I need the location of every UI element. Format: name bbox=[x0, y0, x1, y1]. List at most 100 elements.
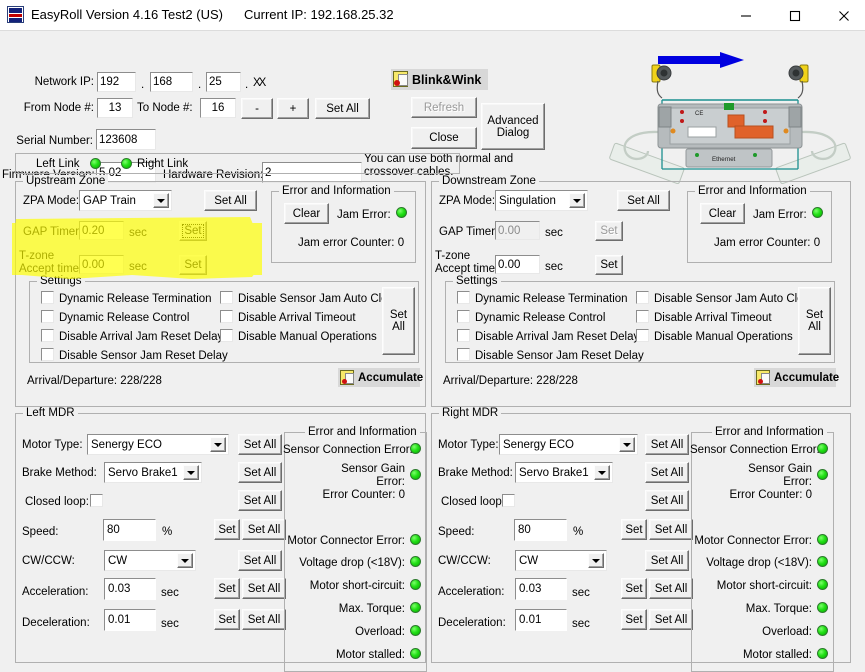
upstream-checkbox-disable-sensor-jam-reset-delay[interactable] bbox=[41, 348, 54, 361]
right-cwccw-set-all-button[interactable]: Set All bbox=[645, 550, 689, 571]
right-error-label-1b: Error: bbox=[783, 476, 812, 488]
right-error-group: Error and Information Sensor Connection … bbox=[690, 426, 834, 672]
left-cwccw-set-all-button[interactable]: Set All bbox=[238, 550, 282, 571]
left-cwccw-select[interactable]: CW bbox=[104, 550, 196, 571]
chevron-down-icon[interactable] bbox=[619, 437, 635, 452]
downstream-accumulate-button[interactable]: Accumulate bbox=[754, 368, 839, 387]
right-speed-set-button[interactable]: Set bbox=[621, 519, 647, 540]
upstream-zpa-set-all-button[interactable]: Set All bbox=[204, 190, 257, 211]
svg-text:Ethernet: Ethernet bbox=[712, 156, 736, 163]
right-acceleration-set-all-button[interactable]: Set All bbox=[649, 578, 693, 599]
right-brake-method-set-all-button[interactable]: Set All bbox=[645, 462, 689, 483]
left-closed-loop-set-all-button[interactable]: Set All bbox=[238, 490, 282, 511]
chevron-down-icon[interactable] bbox=[569, 193, 585, 208]
downstream-checkbox-disable-sensor-jam-reset-delay[interactable] bbox=[457, 348, 470, 361]
downstream-checkbox-disable-arrival-timeout[interactable] bbox=[636, 310, 649, 323]
upstream-checkbox-disable-arrival-jam-reset-delay[interactable] bbox=[41, 329, 54, 342]
left-closed-loop-checkbox[interactable] bbox=[90, 494, 103, 507]
left-motor-type-select[interactable]: Senergy ECO bbox=[87, 434, 229, 455]
left-speed-set-button[interactable]: Set bbox=[214, 519, 240, 540]
left-acceleration-input-wrap bbox=[104, 578, 156, 600]
right-deceleration-input[interactable] bbox=[517, 611, 565, 629]
minimize-icon[interactable] bbox=[723, 0, 769, 31]
node-decrement-button[interactable]: - bbox=[241, 98, 273, 119]
from-node-input[interactable] bbox=[97, 98, 133, 118]
downstream-checkbox-disable-arrival-jam-reset-delay[interactable] bbox=[457, 329, 470, 342]
upstream-checkbox-disable-arrival-timeout[interactable] bbox=[220, 310, 233, 323]
left-deceleration-set-all-button[interactable]: Set All bbox=[242, 609, 286, 630]
serial-number-input[interactable] bbox=[96, 129, 156, 150]
right-acceleration-input[interactable] bbox=[517, 580, 565, 598]
blink-wink-button[interactable]: Blink&Wink bbox=[391, 69, 488, 90]
downstream-settings-title: Settings bbox=[453, 275, 501, 287]
upstream-clear-button[interactable]: Clear bbox=[284, 203, 329, 224]
chevron-down-icon[interactable] bbox=[594, 465, 610, 480]
chevron-down-icon[interactable] bbox=[210, 437, 226, 452]
right-cwccw-select[interactable]: CW bbox=[515, 550, 607, 571]
upstream-checkbox-dynamic-release-control[interactable] bbox=[41, 310, 54, 323]
downstream-checkbox-disable-sensor-jam-auto-clear[interactable] bbox=[636, 291, 649, 304]
upstream-settings-set-all-button[interactable]: Set All bbox=[382, 287, 415, 355]
node-increment-button[interactable]: + bbox=[277, 98, 309, 119]
chevron-down-icon[interactable] bbox=[177, 553, 193, 568]
downstream-zpa-mode-select[interactable]: Singulation bbox=[495, 190, 588, 211]
downstream-checkbox-dynamic-release-termination[interactable] bbox=[457, 291, 470, 304]
left-deceleration-input[interactable] bbox=[106, 611, 154, 629]
chevron-down-icon[interactable] bbox=[588, 553, 604, 568]
downstream-clear-button[interactable]: Clear bbox=[700, 203, 745, 224]
left-speed-set-all-button[interactable]: Set All bbox=[242, 519, 286, 540]
downstream-tzone-input[interactable] bbox=[495, 255, 540, 274]
right-motor-type-select[interactable]: Senergy ECO bbox=[499, 434, 638, 455]
left-deceleration-set-button[interactable]: Set bbox=[214, 609, 240, 630]
chevron-down-icon[interactable] bbox=[183, 465, 199, 480]
current-ip-label: Current IP: 192.168.25.32 bbox=[244, 7, 394, 22]
left-brake-method-set-all-button[interactable]: Set All bbox=[238, 462, 282, 483]
ip-octet-1-input[interactable] bbox=[97, 72, 136, 92]
upstream-accumulate-button[interactable]: Accumulate bbox=[338, 368, 424, 387]
to-node-input[interactable] bbox=[200, 98, 236, 118]
left-error-label-1a: Sensor Gain bbox=[341, 463, 405, 475]
ip-octet-2-input[interactable] bbox=[150, 72, 193, 92]
maximize-icon[interactable] bbox=[772, 0, 818, 31]
right-closed-loop-label: Closed loop: bbox=[441, 496, 505, 508]
right-motor-type-set-all-button[interactable]: Set All bbox=[645, 434, 689, 455]
downstream-checkbox-label-1: Dynamic Release Control bbox=[475, 312, 606, 324]
left-acceleration-set-all-button[interactable]: Set All bbox=[242, 578, 286, 599]
right-deceleration-set-all-button[interactable]: Set All bbox=[649, 609, 693, 630]
advanced-dialog-button[interactable]: Advanced Dialog bbox=[481, 103, 545, 150]
left-speed-input[interactable] bbox=[105, 521, 154, 539]
close-icon[interactable] bbox=[821, 0, 865, 31]
upstream-arrival-departure: Arrival/Departure: 228/228 bbox=[27, 375, 162, 387]
serial-number-label: Serial Number: bbox=[16, 135, 93, 147]
right-brake-method-select[interactable]: Servo Brake1 bbox=[515, 462, 613, 483]
upstream-checkbox-dynamic-release-termination[interactable] bbox=[41, 291, 54, 304]
upstream-checkbox-disable-sensor-jam-auto-clear[interactable] bbox=[220, 291, 233, 304]
close-button[interactable]: Close bbox=[411, 127, 477, 149]
right-acceleration-set-button[interactable]: Set bbox=[621, 578, 647, 599]
upstream-accumulate-label: Accumulate bbox=[358, 371, 424, 384]
right-deceleration-set-button[interactable]: Set bbox=[621, 609, 647, 630]
right-speed-set-all-button[interactable]: Set All bbox=[649, 519, 693, 540]
right-error-label-0: Sensor Connection Error: bbox=[690, 444, 820, 456]
refresh-button[interactable]: Refresh bbox=[411, 97, 477, 118]
chevron-down-icon[interactable] bbox=[153, 193, 169, 208]
node-set-all-button[interactable]: Set All bbox=[315, 98, 370, 119]
right-deceleration-unit: sec bbox=[572, 618, 590, 630]
downstream-tzone-set-button[interactable]: Set bbox=[595, 255, 623, 275]
downstream-checkbox-dynamic-release-control[interactable] bbox=[457, 310, 470, 323]
left-acceleration-input[interactable] bbox=[106, 580, 154, 598]
upstream-checkbox-disable-manual-operations[interactable] bbox=[220, 329, 233, 342]
left-acceleration-set-button[interactable]: Set bbox=[214, 578, 240, 599]
downstream-settings-set-all-button[interactable]: Set All bbox=[798, 287, 831, 355]
upstream-zpa-mode-select[interactable]: GAP Train bbox=[79, 190, 172, 211]
downstream-zpa-set-all-button[interactable]: Set All bbox=[617, 190, 670, 211]
downstream-checkbox-disable-manual-operations[interactable] bbox=[636, 329, 649, 342]
ip-octet-3-input[interactable] bbox=[206, 72, 241, 92]
left-motor-type-set-all-button[interactable]: Set All bbox=[238, 434, 282, 455]
right-speed-input[interactable] bbox=[516, 521, 565, 539]
right-closed-loop-checkbox[interactable] bbox=[502, 494, 515, 507]
downstream-tzone-label-1: T-zone bbox=[435, 250, 471, 262]
right-closed-loop-set-all-button[interactable]: Set All bbox=[645, 490, 689, 511]
left-brake-method-select[interactable]: Servo Brake1 bbox=[104, 462, 202, 483]
upstream-checkbox-label-3: Disable Sensor Jam Reset Delay bbox=[59, 350, 228, 362]
